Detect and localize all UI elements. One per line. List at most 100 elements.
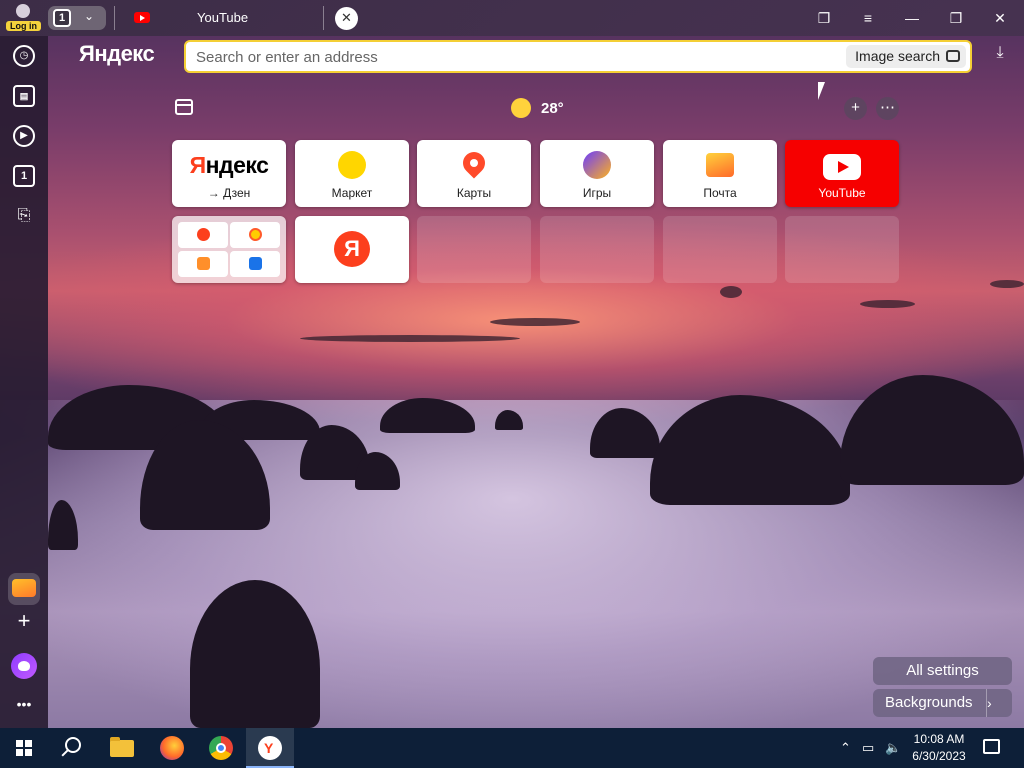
search-icon (65, 737, 81, 753)
youtube-icon (823, 154, 861, 180)
mini-tile (230, 251, 280, 277)
mini-tile (230, 222, 280, 248)
close-window-button[interactable]: ✕ (988, 6, 1012, 30)
folder-grid (172, 216, 286, 283)
tile-empty[interactable] (417, 216, 531, 283)
tile-youtube[interactable]: YouTube (785, 140, 899, 207)
yandex-logo[interactable]: Яндекс (79, 41, 155, 67)
tab-counter-button[interactable]: 1 ⌄ (48, 6, 106, 30)
menu-icon[interactable]: ≡ (856, 6, 880, 30)
temperature: 28° (541, 100, 564, 117)
tab-bar: Log in 1 ⌄ YouTube ✕ ❐ ≡ — ❐ ✕ (0, 0, 1024, 36)
tile-yandex[interactable]: Я (295, 216, 409, 283)
mail-app-button[interactable] (8, 573, 40, 605)
taskbar: Y ⌃ ▭ 🔈 10:08 AM 6/30/2023 (0, 728, 1024, 768)
tile-games[interactable]: Игры (540, 140, 654, 207)
close-tab-button[interactable]: ✕ (335, 7, 358, 30)
backgrounds-button[interactable]: Backgrounds › (873, 689, 1012, 717)
firefox-icon (160, 736, 184, 760)
youtube-favicon-icon (134, 12, 150, 23)
cloud-streak (720, 286, 742, 298)
file-explorer-button[interactable] (98, 728, 146, 768)
yandex-icon: Я (334, 231, 370, 267)
tile-yandex-dzen[interactable]: Яндекс → Дзен (172, 140, 286, 207)
tile-label: Карты (456, 186, 492, 200)
tab-count: 1 (53, 9, 71, 27)
login-button[interactable]: Log in (6, 2, 42, 32)
cloud-streak (860, 300, 915, 308)
clock[interactable]: 10:08 AM 6/30/2023 (903, 731, 975, 765)
tile-label: Почта (703, 186, 737, 200)
address-input[interactable] (196, 47, 796, 67)
cloud-streak (300, 335, 520, 342)
mini-tile (178, 222, 228, 248)
screenshot-icon[interactable]: ⎘ (13, 205, 35, 227)
tile-empty[interactable] (540, 216, 654, 283)
time: 10:08 AM (913, 732, 965, 746)
chevron-up-icon[interactable]: ⌃ (840, 740, 851, 756)
market-icon (338, 151, 366, 179)
tile-folder[interactable] (172, 216, 286, 283)
more-icon[interactable]: ••• (13, 693, 35, 715)
image-search-label: Image search (855, 48, 940, 64)
start-button[interactable] (0, 728, 48, 768)
tile-label: YouTube (818, 186, 866, 200)
login-badge: Log in (6, 21, 41, 31)
weather-sun-icon (511, 98, 531, 118)
history-icon[interactable]: ◷ (13, 45, 35, 67)
mail-icon (12, 579, 36, 597)
chevron-down-icon: ⌄ (84, 9, 95, 23)
tabs-icon[interactable]: 1 (13, 165, 35, 187)
download-icon[interactable]: ⤓ (989, 44, 1011, 68)
tile-empty[interactable] (663, 216, 777, 283)
search-button[interactable] (48, 728, 96, 768)
divider (323, 6, 324, 30)
user-icon (16, 4, 30, 18)
tile-label: Игры (582, 186, 612, 200)
yandex-browser-button[interactable]: Y (246, 728, 294, 768)
add-tile-button[interactable]: + (844, 97, 867, 120)
divider (114, 6, 115, 30)
mini-tile (178, 251, 228, 277)
tile-label: → Дзен (207, 186, 251, 200)
network-icon[interactable]: ▭ (862, 740, 874, 756)
cloud-streak (490, 318, 580, 326)
all-settings-button[interactable]: All settings (873, 657, 1012, 685)
tab-title: YouTube (197, 10, 249, 25)
address-bar[interactable]: Image search (184, 40, 972, 73)
firefox-button[interactable] (148, 728, 196, 768)
tile-empty[interactable] (785, 216, 899, 283)
bookmarks-icon[interactable]: ❐ (812, 6, 836, 30)
games-icon (583, 151, 611, 179)
windows-icon (16, 740, 32, 756)
video-play-icon[interactable]: ▶ (13, 125, 35, 147)
sidebar: ◷ ▤ ▶ 1 ⎘ + ••• (0, 36, 48, 728)
alice-icon[interactable] (11, 653, 37, 679)
date: 6/30/2023 (912, 749, 966, 763)
image-search-button[interactable]: Image search (846, 45, 966, 68)
mouse-cursor-icon (818, 82, 825, 100)
mail-icon (197, 257, 210, 270)
tab-youtube[interactable]: YouTube (128, 6, 328, 30)
folder-icon (110, 737, 134, 757)
add-icon[interactable]: + (13, 610, 35, 632)
tile-market[interactable]: Маркет (295, 140, 409, 207)
more-button[interactable]: ⋯ (876, 97, 899, 120)
chevron-right-icon[interactable]: › (986, 689, 1012, 717)
tile-label: Маркет (331, 186, 373, 200)
notifications-icon[interactable] (983, 739, 1000, 754)
volume-muted-icon[interactable]: 🔈 (885, 740, 901, 756)
chrome-icon (209, 736, 233, 760)
tile-mail[interactable]: Почта (663, 140, 777, 207)
restore-button[interactable]: ❐ (944, 6, 968, 30)
panel-icon[interactable] (175, 99, 193, 115)
yandex-browser-icon: Y (258, 736, 282, 760)
mail-icon (706, 153, 734, 177)
camera-icon (946, 50, 960, 62)
yandex-logo-icon: Яндекс (189, 152, 269, 178)
cloud-streak (990, 280, 1024, 288)
minimize-button[interactable]: — (900, 6, 924, 30)
chrome-button[interactable] (197, 728, 245, 768)
collections-icon[interactable]: ▤ (13, 85, 35, 107)
tile-maps[interactable]: Карты (417, 140, 531, 207)
